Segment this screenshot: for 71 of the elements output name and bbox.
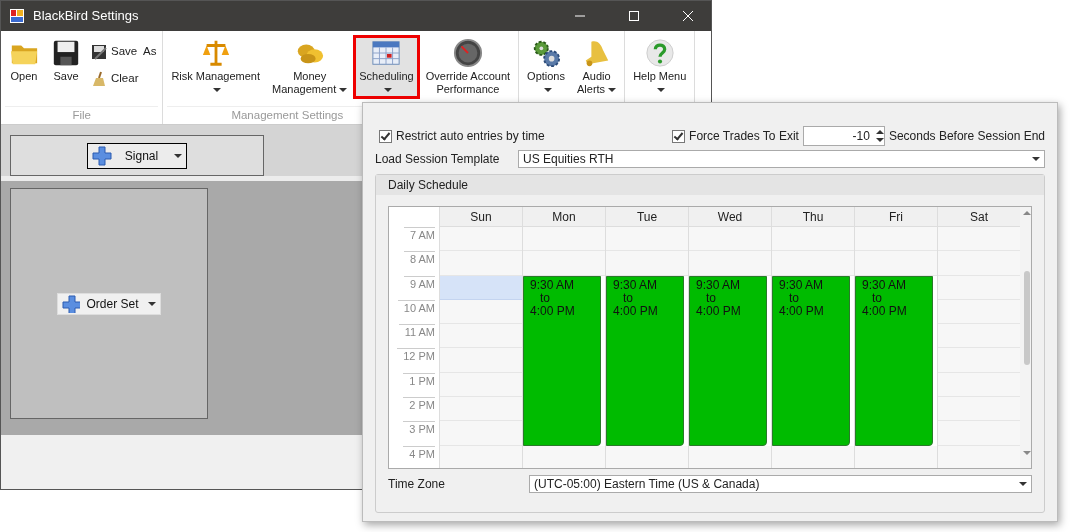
ribbon-button[interactable]: Audio Alerts: [571, 35, 623, 99]
gauge-icon: [452, 38, 483, 68]
session-block[interactable]: 9:30 AM to 4:00 PM: [523, 275, 601, 446]
checkbox-label: Force Trades To Exit: [689, 128, 799, 145]
hour-label: 4 PM: [403, 445, 435, 461]
field-label: Time Zone: [388, 476, 446, 493]
checkbox-label: Restrict auto entries by time: [396, 128, 545, 145]
hour-label: 1 PM: [403, 372, 435, 388]
ribbon-button[interactable]: Save: [45, 35, 87, 99]
signal-button[interactable]: Signal: [87, 142, 187, 169]
session-block[interactable]: 9:30 AM to 4:00 PM: [606, 275, 684, 446]
session-block[interactable]: 9:30 AM to 4:00 PM: [689, 275, 767, 446]
ribbon-button[interactable]: Save As: [87, 41, 161, 63]
floppy-icon: [91, 43, 107, 60]
day-header: Sun: [440, 207, 522, 227]
group-title: Daily Schedule: [388, 178, 469, 192]
ribbon-button[interactable]: Clear: [87, 68, 161, 90]
time-slot[interactable]: [523, 445, 605, 468]
window-title: BlackBird Settings: [33, 7, 140, 26]
hour-label: 10 AM: [397, 299, 435, 315]
template-dropdown[interactable]: US Equities RTH: [518, 150, 1045, 168]
checkbox[interactable]: [379, 129, 392, 143]
time-slot[interactable]: [606, 445, 688, 468]
spin-field[interactable]: -10: [802, 126, 885, 146]
day-header: Tue: [606, 207, 688, 227]
floppy-icon: [51, 38, 81, 68]
day-header: Wed: [689, 207, 771, 227]
caret-icon: [147, 301, 156, 306]
field-label: Load Session Template: [375, 151, 501, 168]
ribbon-button[interactable]: Help Menu: [627, 35, 693, 99]
group-label: File: [72, 109, 91, 121]
day-header: Mon: [523, 207, 605, 227]
scrollbar[interactable]: [1020, 207, 1031, 468]
hour-label: 12 PM: [397, 348, 435, 364]
plus-icon: [92, 145, 112, 166]
scales-icon: [200, 38, 231, 68]
hour-label: 7 AM: [403, 227, 435, 242]
spin-arrows-icon: [875, 129, 884, 143]
ribbon-button[interactable]: Money Management: [266, 35, 354, 99]
ribbon-button[interactable]: Options: [521, 35, 571, 99]
help-icon: [644, 38, 675, 68]
caret-icon: [174, 153, 182, 158]
broom-icon: [91, 70, 107, 87]
time-slot[interactable]: [855, 445, 937, 468]
order-set-button[interactable]: Order Set: [57, 292, 161, 315]
plus-icon: [62, 294, 81, 313]
ribbon-button[interactable]: Open: [3, 35, 45, 99]
hour-label: 8 AM: [403, 251, 435, 267]
time-slot[interactable]: [772, 445, 854, 468]
ribbon-button[interactable]: Risk Management: [165, 35, 267, 99]
ribbon-button[interactable]: Override Account Performance: [419, 35, 517, 99]
checkbox[interactable]: [672, 129, 686, 143]
hour-label: 9 AM: [403, 275, 435, 291]
ribbon-button[interactable]: Scheduling: [353, 35, 420, 99]
day-header: Thu: [772, 207, 854, 227]
maximize-icon[interactable]: [629, 11, 639, 21]
time-slot[interactable]: [689, 445, 771, 468]
session-block[interactable]: 9:30 AM to 4:00 PM: [772, 275, 850, 446]
hour-label: 11 AM: [398, 324, 435, 340]
hour-label: 3 PM: [403, 421, 435, 437]
hour-label: 2 PM: [403, 397, 435, 413]
calendar-icon: [371, 38, 402, 68]
close-icon[interactable]: [683, 11, 693, 21]
day-header: Fri: [855, 207, 937, 227]
session-block[interactable]: 9:30 AM to 4:00 PM: [855, 275, 933, 446]
time-zone-dropdown[interactable]: (UTC-05:00) Eastern Time (US & Canada): [529, 475, 1032, 493]
app-icon: [9, 8, 25, 24]
field-label: Seconds Before Session End: [888, 128, 1045, 145]
group-label: Management Settings: [231, 109, 344, 121]
gears-icon: [531, 38, 562, 68]
day-header: Sat: [938, 207, 1020, 227]
